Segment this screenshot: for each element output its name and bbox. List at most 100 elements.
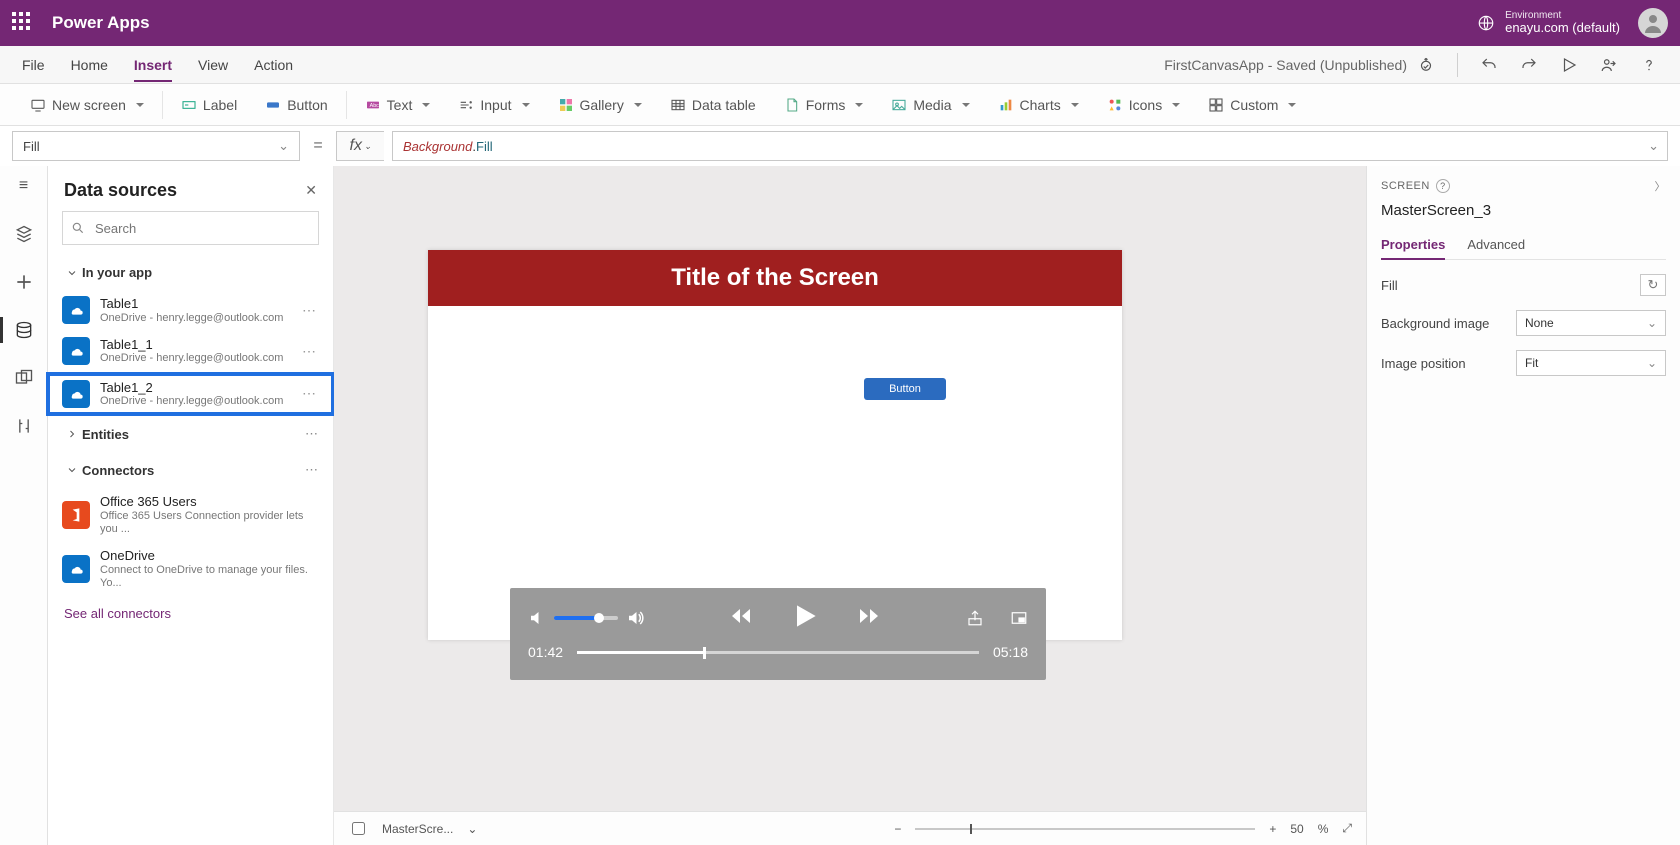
advanced-tools-icon[interactable] — [14, 416, 34, 436]
screen-title-band: Title of the Screen — [428, 250, 1122, 306]
chevron-down-icon[interactable]: ⌄ — [467, 822, 477, 836]
fill-color-swatch[interactable]: ↻ — [1640, 274, 1666, 296]
environment-picker[interactable]: Environment enayu.com (default) — [1477, 10, 1620, 35]
tree-view-icon[interactable]: ≡ — [14, 176, 34, 196]
insert-input-button[interactable]: Input — [444, 97, 543, 113]
volume-max-icon[interactable] — [626, 609, 644, 627]
help-icon[interactable] — [1640, 56, 1658, 74]
add-icon[interactable] — [14, 272, 34, 292]
formula-input[interactable]: Background.Fill ⌄ — [392, 131, 1668, 161]
fit-to-screen-icon[interactable]: ⤢ — [1342, 821, 1352, 836]
insert-gallery-button[interactable]: Gallery — [544, 97, 656, 113]
input-icon — [458, 97, 474, 113]
formula-token-1: Background — [403, 139, 472, 154]
expand-pane-icon[interactable]: 〉 — [1655, 178, 1667, 194]
new-screen-button[interactable]: New screen — [16, 97, 158, 113]
share-media-icon[interactable] — [966, 609, 984, 627]
icons-icon — [1107, 97, 1123, 113]
user-avatar[interactable] — [1638, 8, 1668, 38]
menu-home[interactable]: Home — [71, 48, 108, 82]
insert-text-button[interactable]: Abc Text — [351, 97, 445, 113]
environment-label: Environment — [1505, 10, 1620, 21]
forward-button[interactable] — [857, 604, 881, 633]
section-connectors[interactable]: Connectors ⋯ — [48, 452, 333, 488]
office365-icon — [62, 501, 90, 529]
datasource-sub: OneDrive - henry.legge@outlook.com — [100, 312, 288, 325]
datasource-item[interactable]: Table1_1OneDrive - henry.legge@outlook.c… — [48, 331, 333, 372]
datasource-name: Table1_1 — [100, 337, 288, 353]
search-input-wrapper[interactable] — [62, 211, 319, 245]
insert-label-button[interactable]: Label — [167, 97, 251, 113]
formula-token-3: Fill — [476, 139, 493, 154]
screen-icon — [30, 97, 46, 113]
section-entities[interactable]: Entities ⋯ — [48, 416, 333, 452]
rewind-button[interactable] — [729, 604, 753, 633]
screen-breadcrumb[interactable]: MasterScre... — [382, 822, 453, 836]
connector-item[interactable]: Office 365 UsersOffice 365 Users Connect… — [48, 488, 333, 542]
more-icon[interactable]: ⋯ — [305, 426, 319, 442]
connector-name: Office 365 Users — [100, 494, 321, 510]
property-selector-value: Fill — [23, 139, 40, 154]
property-selector[interactable]: Fill ⌄ — [12, 131, 300, 161]
datasource-name: Table1 — [100, 296, 288, 312]
insert-custom-button[interactable]: Custom — [1194, 97, 1310, 113]
play-preview-icon[interactable] — [1560, 56, 1578, 74]
zoom-in-button[interactable]: + — [1269, 822, 1276, 836]
insert-charts-button[interactable]: Charts — [984, 97, 1093, 113]
see-all-connectors-link[interactable]: See all connectors — [48, 596, 333, 631]
insert-button-button[interactable]: Button — [251, 97, 341, 113]
play-button[interactable] — [789, 600, 821, 637]
pip-icon[interactable] — [1010, 609, 1028, 627]
datasource-item[interactable]: Table1OneDrive - henry.legge@outlook.com… — [48, 290, 333, 331]
zoom-out-button[interactable]: − — [894, 822, 901, 836]
more-icon[interactable]: ⋯ — [298, 302, 321, 319]
insert-pane-icon[interactable] — [14, 224, 34, 244]
connector-sub: Office 365 Users Connection provider let… — [100, 510, 321, 536]
more-icon[interactable]: ⋯ — [298, 343, 321, 360]
menu-action[interactable]: Action — [254, 48, 293, 82]
tab-properties[interactable]: Properties — [1381, 231, 1445, 260]
person-icon — [1641, 11, 1665, 35]
datasource-item-selected[interactable]: Table1_2OneDrive - henry.legge@outlook.c… — [48, 374, 333, 415]
charts-label: Charts — [1020, 97, 1061, 113]
text-icon: Abc — [365, 97, 381, 113]
volume-icon[interactable] — [528, 609, 546, 627]
close-panel-icon[interactable]: ✕ — [305, 182, 317, 199]
insert-icons-button[interactable]: Icons — [1093, 97, 1194, 113]
share-icon[interactable] — [1600, 56, 1618, 74]
connector-item[interactable]: OneDriveConnect to OneDrive to manage yo… — [48, 542, 333, 596]
zoom-slider[interactable] — [915, 828, 1255, 830]
tab-advanced[interactable]: Advanced — [1467, 231, 1525, 259]
menu-insert[interactable]: Insert — [134, 48, 172, 82]
insert-media-button[interactable]: Media — [877, 97, 983, 113]
app-launcher-icon[interactable] — [12, 12, 34, 34]
screen-checkbox[interactable] — [352, 822, 365, 835]
media-pane-icon[interactable] — [14, 368, 34, 388]
menu-view[interactable]: View — [198, 48, 228, 82]
seek-bar[interactable] — [577, 651, 979, 654]
canvas-button[interactable]: Button — [864, 378, 946, 400]
insert-forms-button[interactable]: Forms — [770, 97, 878, 113]
props-screen-name: MasterScreen_3 — [1381, 202, 1666, 219]
redo-icon[interactable] — [1520, 56, 1538, 74]
undo-icon[interactable] — [1480, 56, 1498, 74]
app-checker-icon[interactable] — [1417, 56, 1435, 74]
search-input[interactable] — [93, 220, 310, 237]
imgpos-select[interactable]: Fit⌄ — [1516, 350, 1666, 376]
fx-label[interactable]: fx⌄ — [336, 131, 384, 161]
chevron-down-icon: ⌄ — [1648, 138, 1659, 154]
menu-file[interactable]: File — [22, 48, 45, 82]
volume-slider[interactable] — [554, 616, 618, 620]
canvas-screen[interactable]: Title of the Screen Button — [428, 250, 1122, 640]
bgimage-select[interactable]: None⌄ — [1516, 310, 1666, 336]
help-icon[interactable]: ? — [1436, 179, 1450, 193]
more-icon[interactable]: ⋯ — [305, 462, 319, 478]
insert-datatable-button[interactable]: Data table — [656, 97, 770, 113]
text-label: Text — [387, 97, 413, 113]
datatable-label: Data table — [692, 97, 756, 113]
data-sources-icon[interactable] — [14, 320, 34, 340]
section-in-your-app[interactable]: In your app — [48, 255, 333, 290]
more-icon[interactable]: ⋯ — [298, 385, 321, 402]
forms-label: Forms — [806, 97, 846, 113]
datatable-icon — [670, 97, 686, 113]
